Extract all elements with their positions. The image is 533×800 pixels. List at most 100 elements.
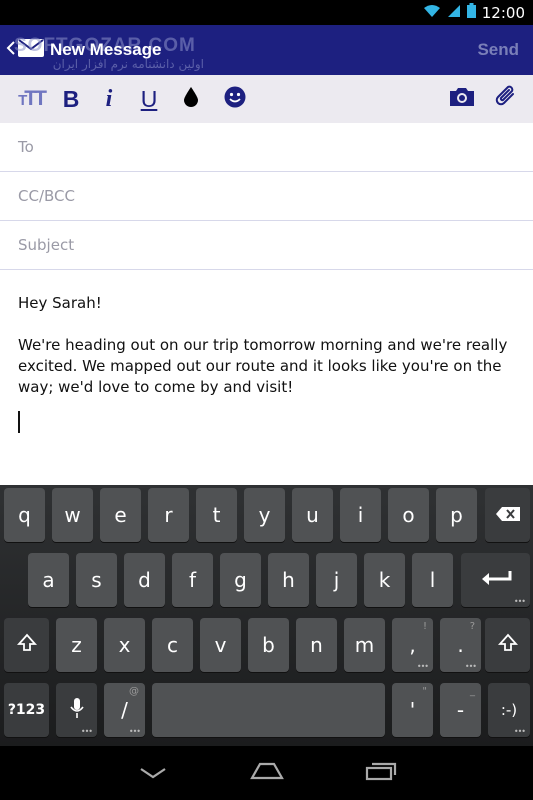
key-label: d bbox=[138, 568, 151, 592]
key-v[interactable]: v bbox=[200, 618, 241, 672]
subject-field[interactable]: Subject bbox=[0, 221, 533, 270]
apostrophe-key[interactable]: " ' bbox=[392, 683, 433, 737]
back-chevron-icon bbox=[6, 40, 16, 60]
recents-nav-button[interactable] bbox=[346, 746, 416, 800]
key-label: r bbox=[164, 503, 173, 527]
key-f[interactable]: f bbox=[172, 553, 213, 607]
key-t[interactable]: t bbox=[196, 488, 237, 542]
enter-icon bbox=[480, 568, 512, 592]
body-greeting: Hey Sarah! bbox=[18, 294, 102, 312]
text-cursor bbox=[18, 411, 20, 433]
enter-key[interactable]: ••• bbox=[461, 553, 530, 607]
key-label: v bbox=[214, 633, 227, 657]
key-p[interactable]: p bbox=[436, 488, 477, 542]
text-color-button[interactable] bbox=[178, 75, 204, 123]
key-hint: ! bbox=[422, 621, 427, 632]
shift-key-right[interactable] bbox=[485, 618, 530, 672]
dash-key-label: - bbox=[456, 698, 465, 722]
key-o[interactable]: o bbox=[388, 488, 429, 542]
key-label: n bbox=[310, 633, 323, 657]
back-nav-button[interactable] bbox=[118, 746, 188, 800]
key-u[interactable]: u bbox=[292, 488, 333, 542]
key-w[interactable]: w bbox=[52, 488, 93, 542]
key-z[interactable]: z bbox=[56, 618, 97, 672]
home-nav-button[interactable] bbox=[232, 746, 302, 800]
symbols-key[interactable]: ?123 bbox=[4, 683, 49, 737]
key-label: t bbox=[212, 503, 221, 527]
backspace-key[interactable] bbox=[485, 488, 530, 542]
key-m[interactable]: m bbox=[344, 618, 385, 672]
slash-key[interactable]: @ / ••• bbox=[104, 683, 145, 737]
italic-button[interactable]: i bbox=[96, 75, 122, 123]
smiley-key[interactable]: :-) ••• bbox=[488, 683, 530, 737]
key-label: q bbox=[18, 503, 31, 527]
key-e[interactable]: e bbox=[100, 488, 141, 542]
text-size-button[interactable]: TTT bbox=[14, 75, 48, 123]
key-label: k bbox=[378, 568, 391, 592]
key-label: m bbox=[354, 633, 375, 657]
key-a[interactable]: a bbox=[28, 553, 69, 607]
key-label: l bbox=[429, 568, 436, 592]
key-s[interactable]: s bbox=[76, 553, 117, 607]
key-label: e bbox=[114, 503, 127, 527]
key-l[interactable]: l bbox=[412, 553, 453, 607]
shift-icon bbox=[16, 633, 37, 658]
key-b[interactable]: b bbox=[248, 618, 289, 672]
dash-key-hint: _ bbox=[470, 686, 475, 697]
shift-icon bbox=[497, 633, 518, 658]
key-n[interactable]: n bbox=[296, 618, 337, 672]
key-k[interactable]: k bbox=[364, 553, 405, 607]
key-label: a bbox=[42, 568, 55, 592]
text-size-icon: TTT bbox=[18, 87, 47, 110]
key-period[interactable]: ?. ••• bbox=[440, 618, 481, 672]
key-label: b bbox=[262, 633, 275, 657]
key-i[interactable]: i bbox=[340, 488, 381, 542]
message-body[interactable]: Hey Sarah! We're heading out on our trip… bbox=[18, 293, 518, 398]
key-y[interactable]: y bbox=[244, 488, 285, 542]
key-g[interactable]: g bbox=[220, 553, 261, 607]
text-color-icon bbox=[183, 86, 199, 112]
key-label: x bbox=[118, 633, 131, 657]
bold-button[interactable]: B bbox=[56, 75, 86, 123]
subject-placeholder: Subject bbox=[18, 236, 75, 254]
body-paragraph: We're heading out on our trip tomorrow m… bbox=[18, 336, 508, 396]
key-label: i bbox=[357, 503, 364, 527]
key-label: s bbox=[91, 568, 102, 592]
wifi-icon bbox=[423, 3, 441, 22]
slash-key-label: / bbox=[121, 698, 128, 722]
key-j[interactable]: j bbox=[316, 553, 357, 607]
send-button[interactable]: Send bbox=[477, 25, 519, 75]
back-button[interactable] bbox=[6, 25, 44, 75]
underline-icon: U bbox=[140, 85, 158, 112]
voice-input-key[interactable]: ••• bbox=[56, 683, 97, 737]
emoji-button[interactable] bbox=[220, 75, 250, 123]
key-label: w bbox=[64, 503, 81, 527]
attach-button[interactable] bbox=[490, 75, 522, 123]
to-field[interactable]: To bbox=[0, 123, 533, 172]
key-r[interactable]: r bbox=[148, 488, 189, 542]
key-q[interactable]: q bbox=[4, 488, 45, 542]
key-h[interactable]: h bbox=[268, 553, 309, 607]
key-c[interactable]: c bbox=[152, 618, 193, 672]
camera-button[interactable] bbox=[444, 75, 480, 123]
key-label: . bbox=[457, 633, 464, 657]
key-x[interactable]: x bbox=[104, 618, 145, 672]
underline-button[interactable]: U bbox=[134, 75, 164, 123]
dash-key[interactable]: _ - bbox=[440, 683, 481, 737]
cc-bcc-field[interactable]: CC/BCC bbox=[0, 172, 533, 221]
cc-bcc-placeholder: CC/BCC bbox=[18, 187, 75, 205]
italic-icon: i bbox=[105, 85, 113, 112]
battery-icon bbox=[466, 3, 476, 22]
key-comma[interactable]: !, ••• bbox=[392, 618, 433, 672]
to-placeholder: To bbox=[18, 138, 34, 156]
bold-icon: B bbox=[62, 85, 80, 112]
symbols-key-label: ?123 bbox=[7, 702, 46, 718]
key-label: h bbox=[282, 568, 295, 592]
key-label: y bbox=[258, 503, 271, 527]
home-icon bbox=[250, 762, 284, 784]
space-key[interactable] bbox=[152, 683, 385, 737]
compose-form: To CC/BCC Subject Hey Sarah! We're headi… bbox=[0, 123, 533, 485]
key-d[interactable]: d bbox=[124, 553, 165, 607]
hide-keyboard-icon bbox=[140, 764, 166, 783]
shift-key-left[interactable] bbox=[4, 618, 49, 672]
